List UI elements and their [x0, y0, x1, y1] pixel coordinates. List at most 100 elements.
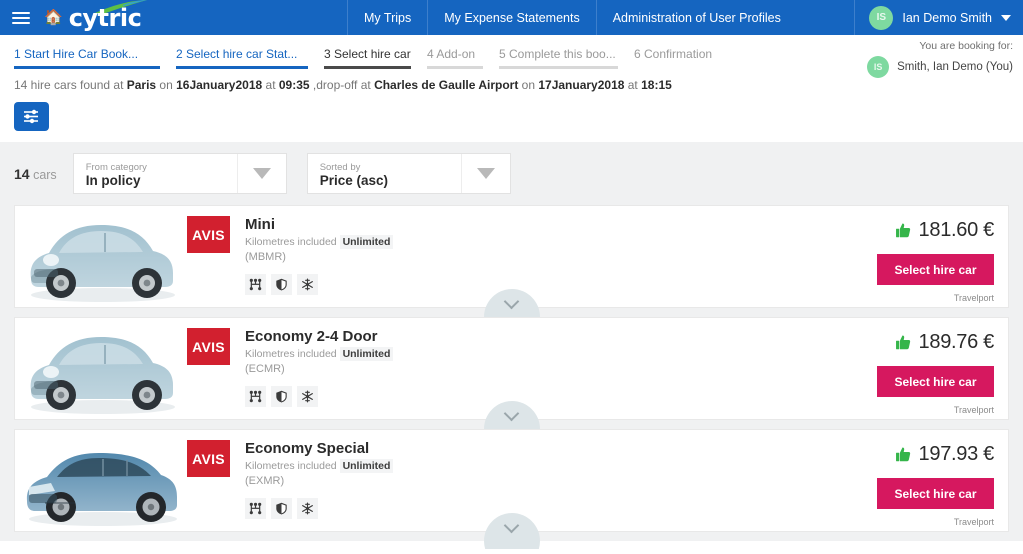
- provider-label: Travelport: [953, 293, 994, 303]
- sorted-by-select-main[interactable]: Sorted by Price (asc): [308, 154, 461, 193]
- feature-icons: [245, 498, 393, 519]
- step-label: 5 Complete this boo...: [499, 47, 616, 61]
- shield-insurance-icon[interactable]: [271, 498, 292, 519]
- nav-item-my-trips[interactable]: My Trips: [347, 0, 427, 35]
- nav-item-administration-of-user-profiles[interactable]: Administration of User Profiles: [595, 0, 797, 35]
- transmission-icon[interactable]: [245, 274, 266, 295]
- step-2-select-hire-car-station[interactable]: 2 Select hire car Stat...: [176, 47, 324, 69]
- kilometres-value: Unlimited: [339, 459, 394, 473]
- user-menu[interactable]: IS Ian Demo Smith: [854, 0, 1023, 35]
- summary-pickup-time: 09:35: [278, 78, 310, 92]
- sorted-by-select-label: Sorted by: [319, 162, 361, 173]
- car-results-list: AVIS Mini Kilometres included Unlimited …: [0, 205, 1023, 549]
- step-progress-bar: [427, 66, 483, 69]
- chevron-down-icon[interactable]: [503, 293, 520, 310]
- car-result-card[interactable]: AVIS Mini Kilometres included Unlimited …: [14, 205, 1009, 325]
- car-photo-icon: [26, 452, 177, 526]
- car-code: (EXMR): [245, 475, 285, 487]
- feature-icons: [245, 274, 393, 295]
- category-select-arrow[interactable]: [236, 154, 286, 193]
- filter-sliders-icon: [24, 109, 38, 124]
- air-conditioning-icon[interactable]: [297, 274, 318, 295]
- car-code: (ECMR): [245, 363, 285, 375]
- kilometres-label: Kilometres included: [245, 348, 337, 360]
- summary-at-2: at: [624, 78, 642, 92]
- summary-pickup-date: 16January2018: [176, 78, 263, 92]
- thumbs-up-icon: [895, 335, 910, 350]
- shield-insurance-icon[interactable]: [271, 274, 292, 295]
- kilometres-row: Kilometres included Unlimited: [245, 235, 394, 249]
- summary-on-2: on: [518, 78, 539, 92]
- price-row: 197.93 €: [895, 443, 994, 466]
- chevron-down-icon[interactable]: [503, 405, 520, 422]
- nav-left-brand-area: 🏠 cytric: [0, 0, 347, 35]
- summary-dropoff-location: Charles de Gaulle Airport: [374, 78, 519, 92]
- step-progress-bar: [176, 66, 308, 69]
- step-6-confirmation[interactable]: 6 Confirmation: [634, 47, 744, 69]
- category-select-label: From category: [85, 162, 147, 173]
- select-hire-car-button[interactable]: Select hire car: [877, 478, 994, 509]
- car-price: 197.93 €: [918, 443, 995, 465]
- step-1-start-hire-car-booking[interactable]: 1 Start Hire Car Book...: [14, 47, 176, 69]
- car-result-card[interactable]: AVIS Economy 2-4 Door Kilometres include…: [14, 317, 1009, 437]
- sorted-by-select[interactable]: Sorted by Price (asc): [306, 153, 511, 194]
- car-photo-icon: [30, 224, 175, 302]
- step-progress-bar: [324, 66, 411, 69]
- summary-dropoff-date: 17January2018: [538, 78, 625, 92]
- transmission-icon[interactable]: [245, 498, 266, 519]
- summary-prefix: 14 hire cars found at: [14, 78, 127, 92]
- summary-dropoff-time: 18:15: [641, 78, 672, 92]
- results-count: 14 cars: [14, 166, 57, 182]
- sorted-by-select-arrow[interactable]: [460, 154, 510, 193]
- sort-filter-bar: 14 cars From category In policy Sorted b…: [0, 142, 1023, 205]
- top-navigation-bar: 🏠 cytric My Trips My Expense Statements …: [0, 0, 1023, 92]
- car-price-actions: 181.60 € Select hire car Travelport: [848, 206, 1008, 307]
- car-code: (MBMR): [245, 251, 286, 263]
- results-count-number: 14: [14, 165, 30, 182]
- step-progress-bar: [634, 66, 728, 69]
- home-icon[interactable]: 🏠: [44, 10, 63, 25]
- step-label: 1 Start Hire Car Book...: [14, 47, 139, 61]
- nav-items: My Trips My Expense Statements Administr…: [347, 0, 1023, 35]
- select-hire-car-button[interactable]: Select hire car: [877, 366, 994, 397]
- step-3-select-hire-car[interactable]: 3 Select hire car: [324, 47, 427, 69]
- air-conditioning-icon[interactable]: [297, 498, 318, 519]
- booking-for-panel: You are booking for: IS Smith, Ian Demo …: [828, 35, 1023, 92]
- transmission-icon[interactable]: [245, 386, 266, 407]
- hamburger-menu-icon[interactable]: [12, 11, 30, 24]
- vendor-logo: AVIS: [187, 440, 230, 477]
- price-row: 181.60 €: [895, 219, 994, 242]
- car-info: Mini Kilometres included Unlimited (MBMR…: [230, 216, 394, 307]
- user-name: Ian Demo Smith: [902, 10, 992, 25]
- car-name: Economy Special: [245, 440, 370, 457]
- provider-label: Travelport: [953, 405, 994, 415]
- select-hire-car-button[interactable]: Select hire car: [877, 254, 994, 285]
- air-conditioning-icon[interactable]: [297, 386, 318, 407]
- results-panel: 14 cars From category In policy Sorted b…: [0, 142, 1023, 549]
- step-label: 2 Select hire car Stat...: [176, 47, 298, 61]
- category-select[interactable]: From category In policy: [72, 153, 287, 194]
- results-count-unit: cars: [33, 167, 57, 182]
- car-price: 181.60 €: [918, 219, 995, 241]
- category-select-main[interactable]: From category In policy: [74, 154, 237, 193]
- chevron-down-icon: [252, 168, 271, 179]
- car-image: [15, 430, 187, 531]
- car-result-card[interactable]: AVIS Economy Special Kilometres included…: [14, 429, 1009, 549]
- shield-insurance-icon[interactable]: [271, 386, 292, 407]
- vendor-logo: AVIS: [187, 216, 230, 253]
- summary-middle: ,drop-off at: [309, 78, 375, 92]
- step-4-add-on[interactable]: 4 Add-on: [427, 47, 499, 69]
- kilometres-value: Unlimited: [339, 347, 394, 361]
- step-label: 4 Add-on: [427, 47, 476, 61]
- step-progress-bar: [14, 66, 160, 69]
- brand-logo[interactable]: 🏠 cytric: [44, 0, 146, 32]
- step-progress-bar: [499, 66, 618, 69]
- nav-item-my-expense-statements[interactable]: My Expense Statements: [427, 0, 595, 35]
- car-info: Economy 2-4 Door Kilometres included Unl…: [230, 328, 394, 419]
- chevron-down-icon[interactable]: [503, 517, 520, 534]
- kilometres-row: Kilometres included Unlimited: [245, 347, 394, 361]
- step-5-complete-this-booking[interactable]: 5 Complete this boo...: [499, 47, 634, 69]
- chevron-down-icon[interactable]: [1001, 14, 1011, 21]
- step-label: 3 Select hire car: [324, 47, 411, 61]
- filter-button[interactable]: [14, 102, 49, 131]
